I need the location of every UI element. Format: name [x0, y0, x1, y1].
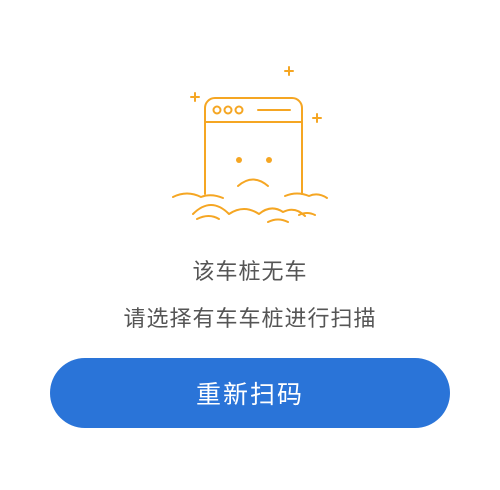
- empty-state-hint: 请选择有车车桩进行扫描: [123, 307, 377, 332]
- rescan-button[interactable]: 重新扫码: [50, 358, 450, 428]
- rescan-button-label: 重新扫码: [195, 380, 304, 409]
- sad-browser-window-icon: [172, 66, 328, 223]
- empty-state-title: 该车桩无车: [192, 260, 308, 285]
